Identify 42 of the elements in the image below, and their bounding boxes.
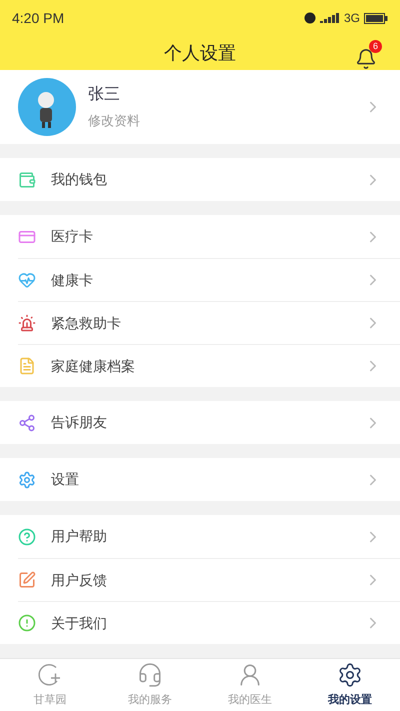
menu-item-label: 家庭健康档案 — [51, 356, 136, 376]
g-plus-icon — [37, 662, 63, 688]
help-icon — [18, 528, 36, 546]
alarm-icon — [304, 12, 316, 24]
info-icon — [18, 614, 36, 632]
siren-icon — [18, 314, 36, 332]
menu-item-label: 健康卡 — [51, 270, 94, 290]
menu-item-label: 用户反馈 — [51, 570, 108, 590]
bell-icon — [355, 48, 377, 70]
wallet-icon — [18, 170, 36, 189]
share-icon — [18, 414, 36, 432]
heart-icon — [18, 271, 36, 290]
edit-icon — [18, 571, 36, 590]
menu-item-label: 紧急救助卡 — [51, 314, 122, 333]
menu-item-label: 用户帮助 — [51, 527, 108, 546]
notification-badge: 6 — [369, 40, 382, 53]
menu-item-label: 我的钱包 — [51, 170, 108, 190]
menu-item[interactable]: 健康卡 — [18, 258, 400, 302]
page-title: 个人设置 — [164, 42, 236, 66]
menu-item-label: 关于我们 — [51, 614, 108, 633]
avatar — [18, 78, 76, 136]
menu-item-label: 告诉朋友 — [51, 413, 108, 432]
menu-item[interactable]: 用户反馈 — [18, 558, 400, 602]
menu-item[interactable]: 紧急救助卡 — [18, 301, 400, 344]
profile-row[interactable]: 张三 修改资料 — [0, 70, 400, 144]
menu-item[interactable]: 关于我们 — [18, 601, 400, 644]
settings-icon — [337, 662, 363, 688]
document-icon — [18, 357, 36, 376]
signal-icon — [320, 13, 340, 23]
menu-item-label: 医疗卡 — [51, 227, 94, 246]
settings-icon — [18, 470, 36, 489]
menu-item[interactable]: 医疗卡 — [18, 215, 400, 258]
tab[interactable]: 我的设置 — [300, 659, 400, 711]
menu-item[interactable]: 用户帮助 — [18, 515, 400, 558]
headset-icon — [137, 662, 163, 688]
menu-item-label: 设置 — [51, 470, 80, 490]
status-time: 4:20 PM — [12, 9, 64, 28]
menu-item[interactable]: 家庭健康档案 — [18, 344, 400, 388]
network-label: 3G — [344, 10, 360, 26]
battery-icon — [364, 12, 388, 24]
user-name: 张三 — [88, 84, 121, 106]
notification-button[interactable]: 6 — [352, 40, 380, 70]
